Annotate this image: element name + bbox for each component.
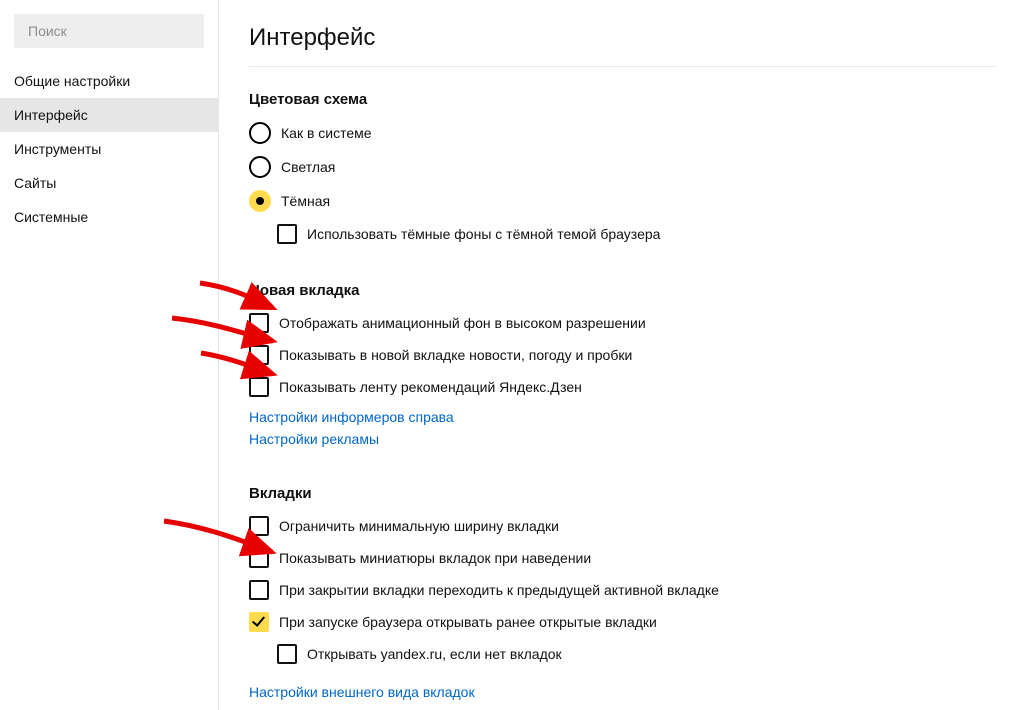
radio-icon xyxy=(249,122,271,144)
search-box[interactable] xyxy=(14,14,204,48)
radio-light[interactable]: Светлая xyxy=(249,156,995,178)
checkbox-dark-backgrounds[interactable]: Использовать тёмные фоны с тёмной темой … xyxy=(277,224,995,244)
sidebar-item-sites[interactable]: Сайты xyxy=(0,166,218,200)
sidebar-item-tools[interactable]: Инструменты xyxy=(0,132,218,166)
checkbox-icon xyxy=(277,644,297,664)
checkbox-icon xyxy=(249,612,269,632)
radio-icon xyxy=(249,156,271,178)
checkbox-hd-background[interactable]: Отображать анимационный фон в высоком ра… xyxy=(249,313,995,333)
section-title-new-tab: Новая вкладка xyxy=(249,282,995,299)
checkbox-label: Ограничить минимальную ширину вкладки xyxy=(279,517,559,535)
checkbox-label: Показывать ленту рекомендаций Яндекс.Дзе… xyxy=(279,378,582,396)
checkbox-icon xyxy=(249,313,269,333)
checkbox-label: Показывать миниатюры вкладок при наведен… xyxy=(279,549,591,567)
checkbox-icon xyxy=(249,516,269,536)
radio-system[interactable]: Как в системе xyxy=(249,122,995,144)
checkbox-icon xyxy=(249,345,269,365)
checkbox-label: Показывать в новой вкладке новости, пого… xyxy=(279,346,632,364)
section-color-scheme: Цветовая схема Как в системе Светлая Тём… xyxy=(249,91,995,244)
checkbox-news-weather[interactable]: Показывать в новой вкладке новости, пого… xyxy=(249,345,995,365)
checkbox-label: Отображать анимационный фон в высоком ра… xyxy=(279,314,646,332)
link-informers-settings[interactable]: Настройки информеров справа xyxy=(249,409,995,425)
checkbox-icon xyxy=(277,224,297,244)
section-tabs: Вкладки Ограничить минимальную ширину вк… xyxy=(249,485,995,708)
section-title-color-scheme: Цветовая схема xyxy=(249,91,995,108)
radio-dark[interactable]: Тёмная xyxy=(249,190,995,212)
checkbox-icon xyxy=(249,580,269,600)
checkbox-min-width[interactable]: Ограничить минимальную ширину вкладки xyxy=(249,516,995,536)
radio-label: Тёмная xyxy=(281,192,330,210)
sidebar-item-system[interactable]: Системные xyxy=(0,200,218,234)
section-title-tabs: Вкладки xyxy=(249,485,995,502)
sidebar: Общие настройки Интерфейс Инструменты Са… xyxy=(0,0,219,710)
checkbox-open-yandex[interactable]: Открывать yandex.ru, если нет вкладок xyxy=(277,644,995,664)
link-tab-appearance[interactable]: Настройки внешнего вида вкладок xyxy=(249,684,475,700)
checkbox-label: При запуске браузера открывать ранее отк… xyxy=(279,613,657,631)
link-ads-settings[interactable]: Настройки рекламы xyxy=(249,431,995,447)
checkbox-label: Использовать тёмные фоны с тёмной темой … xyxy=(307,225,660,243)
radio-icon xyxy=(249,190,271,212)
section-new-tab: Новая вкладка Отображать анимационный фо… xyxy=(249,282,995,447)
checkbox-restore-tabs[interactable]: При запуске браузера открывать ранее отк… xyxy=(249,612,995,632)
sidebar-item-general[interactable]: Общие настройки xyxy=(0,64,218,98)
checkbox-prev-active[interactable]: При закрытии вкладки переходить к предыд… xyxy=(249,580,995,600)
radio-label: Светлая xyxy=(281,158,335,176)
checkbox-icon xyxy=(249,377,269,397)
search-input[interactable] xyxy=(26,22,192,40)
main-content: Интерфейс Цветовая схема Как в системе С… xyxy=(219,0,1025,710)
checkbox-icon xyxy=(249,548,269,568)
checkbox-thumbnails[interactable]: Показывать миниатюры вкладок при наведен… xyxy=(249,548,995,568)
sidebar-item-interface[interactable]: Интерфейс xyxy=(0,98,218,132)
checkbox-zen-feed[interactable]: Показывать ленту рекомендаций Яндекс.Дзе… xyxy=(249,377,995,397)
checkbox-label: При закрытии вкладки переходить к предыд… xyxy=(279,581,719,599)
page-title: Интерфейс xyxy=(249,24,995,52)
checkbox-label: Открывать yandex.ru, если нет вкладок xyxy=(307,645,562,663)
radio-label: Как в системе xyxy=(281,124,372,142)
divider xyxy=(249,66,995,67)
